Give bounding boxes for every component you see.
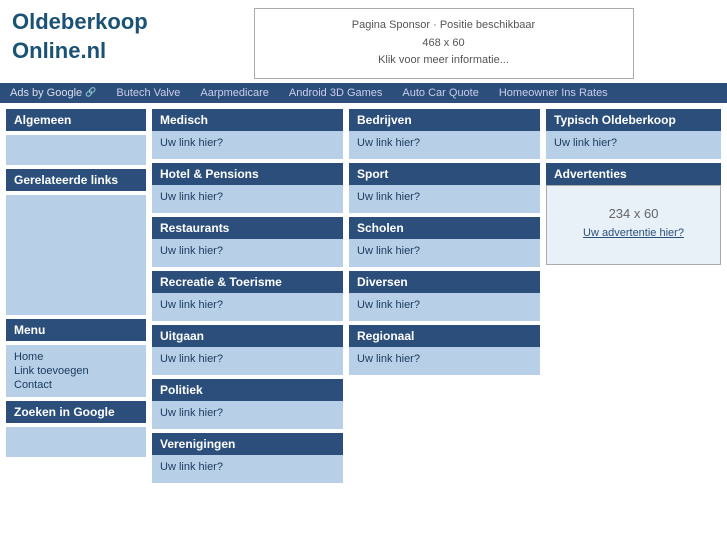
uitgaan-body: Uw link hier? — [152, 347, 343, 375]
algemeen-header: Algemeen — [6, 109, 146, 131]
mid-left-col: Medisch Uw link hier? Hotel & Pensions U… — [152, 109, 343, 483]
site-logo: Oldeberkoop Online.nl — [12, 8, 172, 65]
politiek-section: Politiek Uw link hier? — [152, 379, 343, 429]
bedrijven-link[interactable]: Uw link hier? — [357, 137, 420, 149]
politiek-header: Politiek — [152, 379, 343, 401]
ad-link-3[interactable]: Android 3D Games — [289, 87, 383, 99]
sport-link[interactable]: Uw link hier? — [357, 191, 420, 203]
typisch-section: Typisch Oldeberkoop Uw link hier? — [546, 109, 721, 159]
advertenties-ad-box[interactable]: 234 x 60 Uw advertentie hier? — [546, 185, 721, 265]
scholen-section: Scholen Uw link hier? — [349, 217, 540, 267]
typisch-link[interactable]: Uw link hier? — [554, 137, 617, 149]
hotel-link[interactable]: Uw link hier? — [160, 191, 223, 203]
logo-o2: O — [12, 38, 29, 63]
hotel-header: Hotel & Pensions — [152, 163, 343, 185]
politiek-link[interactable]: Uw link hier? — [160, 407, 223, 419]
uitgaan-header: Uitgaan — [152, 325, 343, 347]
menu-contact[interactable]: Contact — [14, 379, 138, 391]
diversen-section: Diversen Uw link hier? — [349, 271, 540, 321]
regionaal-header: Regionaal — [349, 325, 540, 347]
sport-header: Sport — [349, 163, 540, 185]
hotel-section: Hotel & Pensions Uw link hier? — [152, 163, 343, 213]
sport-section: Sport Uw link hier? — [349, 163, 540, 213]
ad-link-1[interactable]: Butech Valve — [116, 87, 180, 99]
advertenties-link[interactable]: Uw advertentie hier? — [555, 227, 712, 239]
medisch-link[interactable]: Uw link hier? — [160, 137, 223, 149]
uitgaan-section: Uitgaan Uw link hier? — [152, 325, 343, 375]
scholen-header: Scholen — [349, 217, 540, 239]
verenigingen-link[interactable]: Uw link hier? — [160, 461, 223, 473]
diversen-header: Diversen — [349, 271, 540, 293]
recreatie-link[interactable]: Uw link hier? — [160, 299, 223, 311]
bedrijven-header: Bedrijven — [349, 109, 540, 131]
sponsor-box[interactable]: Pagina Sponsor · Positie beschikbaar 468… — [254, 8, 634, 79]
hotel-body: Uw link hier? — [152, 185, 343, 213]
sponsor-line1: Pagina Sponsor · Positie beschikbaar — [263, 17, 625, 35]
algemeen-body — [6, 135, 146, 165]
diversen-body: Uw link hier? — [349, 293, 540, 321]
ads-bar: Ads by Google 🔗 Butech Valve Aarpmedicar… — [0, 83, 727, 103]
menu-header: Menu — [6, 319, 146, 341]
politiek-body: Uw link hier? — [152, 401, 343, 429]
diversen-link[interactable]: Uw link hier? — [357, 299, 420, 311]
left-sidebar: Algemeen Gerelateerde links Menu Home Li… — [6, 109, 146, 483]
regionaal-section: Regionaal Uw link hier? — [349, 325, 540, 375]
recreatie-body: Uw link hier? — [152, 293, 343, 321]
bedrijven-body: Uw link hier? — [349, 131, 540, 159]
medisch-section: Medisch Uw link hier? — [152, 109, 343, 159]
typisch-header: Typisch Oldeberkoop — [546, 109, 721, 131]
external-icon: 🔗 — [85, 87, 96, 98]
ad-link-4[interactable]: Auto Car Quote — [402, 87, 478, 99]
verenigingen-header: Verenigingen — [152, 433, 343, 455]
recreatie-header: Recreatie & Toerisme — [152, 271, 343, 293]
verenigingen-body: Uw link hier? — [152, 455, 343, 483]
restaurants-body: Uw link hier? — [152, 239, 343, 267]
ad-link-5[interactable]: Homeowner Ins Rates — [499, 87, 608, 99]
medisch-body: Uw link hier? — [152, 131, 343, 159]
zoeken-header: Zoeken in Google — [6, 401, 146, 423]
typisch-body: Uw link hier? — [546, 131, 721, 159]
sport-body: Uw link hier? — [349, 185, 540, 213]
recreatie-section: Recreatie & Toerisme Uw link hier? — [152, 271, 343, 321]
ad-size-label: 234 x 60 — [555, 206, 712, 221]
restaurants-section: Restaurants Uw link hier? — [152, 217, 343, 267]
sponsor-line2: 468 x 60 — [263, 35, 625, 53]
scholen-body: Uw link hier? — [349, 239, 540, 267]
regionaal-link[interactable]: Uw link hier? — [357, 353, 420, 365]
ads-by-google: Ads by Google 🔗 — [10, 87, 96, 99]
restaurants-header: Restaurants — [152, 217, 343, 239]
logo-text1: ldeberkoop — [29, 9, 148, 34]
advertenties-section: Advertenties 234 x 60 Uw advertentie hie… — [546, 163, 721, 265]
menu-home[interactable]: Home — [14, 351, 138, 363]
ads-google-label: Ads by Google — [10, 87, 82, 99]
bedrijven-section: Bedrijven Uw link hier? — [349, 109, 540, 159]
verenigingen-section: Verenigingen Uw link hier? — [152, 433, 343, 483]
regionaal-body: Uw link hier? — [349, 347, 540, 375]
menu-body: Home Link toevoegen Contact — [6, 345, 146, 397]
logo-text2: nline.nl — [29, 38, 106, 63]
advertenties-header: Advertenties — [546, 163, 721, 185]
scholen-link[interactable]: Uw link hier? — [357, 245, 420, 257]
uitgaan-link[interactable]: Uw link hier? — [160, 353, 223, 365]
logo-o1: O — [12, 9, 29, 34]
right-sidebar: Typisch Oldeberkoop Uw link hier? Advert… — [546, 109, 721, 483]
gerelateerde-header: Gerelateerde links — [6, 169, 146, 191]
gerelateerde-body — [6, 195, 146, 315]
zoeken-body — [6, 427, 146, 457]
mid-right-col: Bedrijven Uw link hier? Sport Uw link hi… — [349, 109, 540, 483]
medisch-header: Medisch — [152, 109, 343, 131]
sponsor-line3: Klik voor meer informatie... — [263, 52, 625, 70]
menu-add-link[interactable]: Link toevoegen — [14, 365, 138, 377]
restaurants-link[interactable]: Uw link hier? — [160, 245, 223, 257]
ad-link-2[interactable]: Aarpmedicare — [200, 87, 268, 99]
